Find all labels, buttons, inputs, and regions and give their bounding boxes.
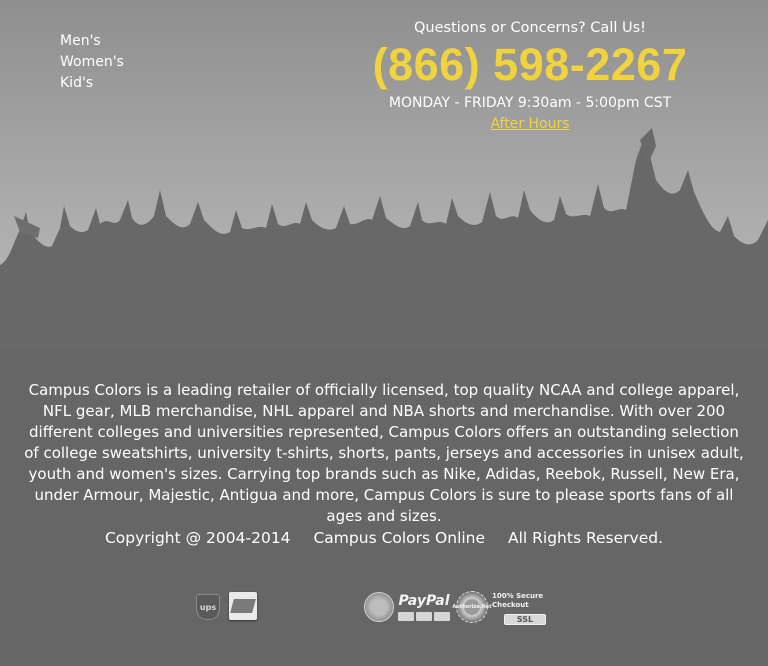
crowd-silhouette-image: [0, 128, 768, 350]
contact-question: Questions or Concerns? Call Us!: [414, 20, 646, 36]
company-name: Campus Colors Online: [313, 529, 486, 547]
about-paragraph: Campus Colors is a leading retailer of o…: [24, 381, 744, 525]
amex-card-icon: [434, 612, 450, 621]
security-seal-icon: [364, 592, 394, 622]
trust-badges: ups PayPal Authorize.Net 100% Secure Che…: [0, 590, 768, 630]
rights-text: All Rights Reserved.: [507, 529, 664, 547]
nav-link-kids[interactable]: Kid's: [60, 73, 124, 94]
copyright-line: Copyright @ 2004-2014 Campus Colors Onli…: [0, 528, 768, 548]
ups-logo: ups: [196, 594, 220, 620]
secure-checkout-text: 100% Secure Checkout: [492, 591, 544, 609]
phone-number[interactable]: (866) 598-2267: [330, 39, 730, 91]
secure-checkout-badge: 100% Secure Checkout SSL: [492, 591, 570, 625]
ssl-text: SSL: [516, 614, 534, 624]
visa-card-icon: [398, 612, 414, 621]
card-logos: [398, 612, 450, 621]
authorize-net-seal[interactable]: Authorize.Net: [452, 591, 492, 623]
authorize-net-text: Authorize.Net: [452, 604, 492, 610]
after-hours-link[interactable]: After Hours: [490, 116, 569, 132]
business-hours: MONDAY - FRIDAY 9:30am - 5:00pm CST: [388, 95, 672, 111]
usps-logo: [229, 592, 257, 620]
usps-eagle-icon: [230, 599, 256, 613]
paypal-logo-text: PayPal: [398, 593, 450, 609]
nav-link-womens[interactable]: Women's: [60, 52, 124, 73]
contact-block: Questions or Concerns? Call Us! (866) 59…: [330, 17, 730, 134]
nav-link-mens[interactable]: Men's: [60, 31, 124, 52]
paypal-badge: PayPal: [396, 590, 452, 624]
mastercard-card-icon: [416, 612, 432, 621]
ssl-badge: SSL: [504, 613, 546, 625]
copyright-text: Copyright @ 2004-2014: [104, 529, 291, 547]
ups-logo-text: ups: [199, 602, 217, 612]
category-nav: Men's Women's Kid's: [60, 31, 124, 94]
